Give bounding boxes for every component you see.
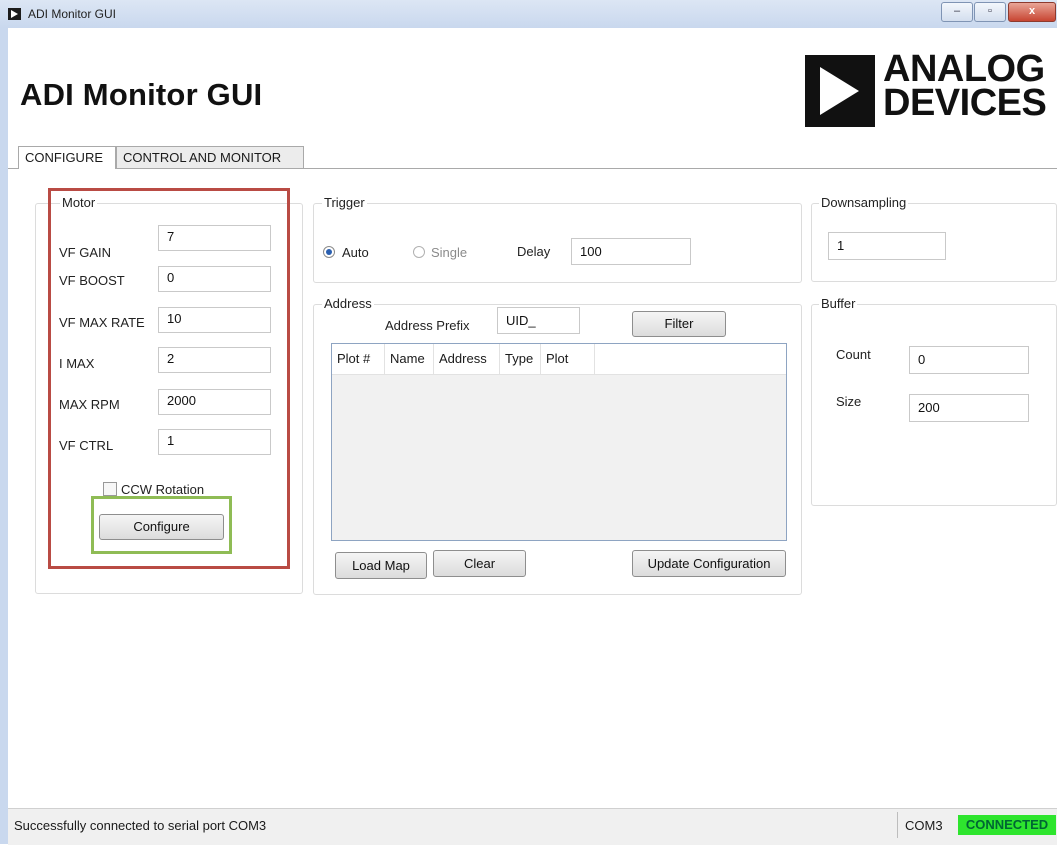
connection-status-badge: CONNECTED	[958, 815, 1056, 835]
status-separator	[897, 812, 898, 838]
window-title: ADI Monitor GUI	[28, 7, 117, 21]
status-port: COM3	[905, 818, 943, 833]
trigger-single-radio[interactable]	[413, 246, 425, 258]
trigger-auto-radio[interactable]	[323, 246, 335, 258]
buffer-count-field[interactable]: 0	[909, 346, 1029, 374]
column-type[interactable]: Type	[500, 344, 541, 374]
update-configuration-button[interactable]: Update Configuration	[632, 550, 786, 577]
load-map-button[interactable]: Load Map	[335, 552, 427, 579]
address-group-label: Address	[322, 296, 374, 311]
address-list-header: Plot # Name Address Type Plot	[332, 344, 786, 375]
downsampling-field[interactable]: 1	[828, 232, 946, 260]
buffer-group-label: Buffer	[819, 296, 858, 311]
column-name[interactable]: Name	[385, 344, 434, 374]
column-address[interactable]: Address	[434, 344, 500, 374]
downsampling-group-label: Downsampling	[819, 195, 909, 210]
logo-line-1: ANALOG	[883, 48, 1045, 90]
status-message: Successfully connected to serial port CO…	[14, 818, 267, 833]
window-border	[0, 28, 8, 844]
delay-label: Delay	[517, 244, 551, 259]
filter-button[interactable]: Filter	[632, 311, 726, 337]
address-prefix-label: Address Prefix	[385, 318, 470, 333]
address-list[interactable]: Plot # Name Address Type Plot	[331, 343, 787, 541]
column-plot-number[interactable]: Plot #	[332, 344, 385, 374]
close-button[interactable]: x	[1008, 2, 1056, 22]
tab-configure[interactable]: CONFIGURE	[18, 146, 116, 169]
delay-field[interactable]: 100	[571, 238, 691, 265]
buffer-size-field[interactable]: 200	[909, 394, 1029, 422]
column-plot[interactable]: Plot	[541, 344, 595, 374]
clear-button[interactable]: Clear	[433, 550, 526, 577]
tab-control-and-monitor[interactable]: CONTROL AND MONITOR	[116, 146, 304, 168]
minimize-button[interactable]: –	[941, 2, 973, 22]
configure-highlight-box	[91, 496, 232, 554]
maximize-button[interactable]: ▫	[974, 2, 1006, 22]
app-icon	[8, 8, 21, 20]
trigger-single-label[interactable]: Single	[431, 245, 467, 260]
logo-line-2: DEVICES	[883, 82, 1047, 124]
buffer-size-label: Size	[836, 394, 862, 409]
trigger-auto-label[interactable]: Auto	[342, 245, 369, 260]
address-prefix-field[interactable]: UID_	[497, 307, 580, 334]
trigger-group-label: Trigger	[322, 195, 367, 210]
analog-devices-logo-icon	[805, 55, 875, 127]
analog-devices-logo-text: ANALOG DEVICES	[883, 48, 1047, 124]
page-title: ADI Monitor GUI	[20, 77, 263, 112]
window-titlebar[interactable]	[0, 0, 1057, 29]
trigger-group	[313, 203, 802, 283]
buffer-count-label: Count	[836, 347, 871, 362]
